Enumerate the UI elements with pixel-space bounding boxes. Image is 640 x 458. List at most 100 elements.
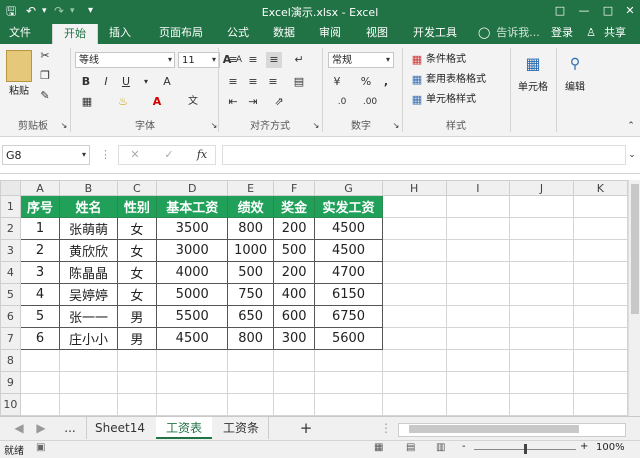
table-cell[interactable]: 4 [19,283,61,306]
empty-cell[interactable] [572,195,628,218]
editing-button[interactable]: 编辑 [558,80,592,96]
zoom-in-button[interactable]: + [580,441,588,452]
scroll-left-icon[interactable]: ◀ [12,417,26,439]
empty-cell[interactable] [381,217,447,240]
empty-cell[interactable] [572,239,628,262]
decrease-indent-icon[interactable]: ⇤ [226,94,240,110]
vertical-scrollbar[interactable] [628,180,640,416]
empty-cell[interactable] [509,393,574,416]
empty-cell[interactable] [445,217,511,240]
tell-me-box[interactable]: 告诉我... [494,22,542,44]
table-header-cell[interactable]: 奖金 [272,195,316,218]
table-cell[interactable]: 6750 [314,305,383,328]
tab-file[interactable]: 文件 [0,22,40,44]
table-cell[interactable]: 2 [19,239,61,262]
table-header-cell[interactable]: 绩效 [227,195,274,218]
table-cell[interactable]: 张一一 [59,305,118,328]
sheet-tab-salary-slip[interactable]: 工资条 [214,417,269,439]
empty-cell[interactable] [381,349,447,372]
share-button[interactable]: 共享 [598,22,632,44]
collapse-ribbon-icon[interactable]: ⌃ [626,118,636,134]
table-cell[interactable]: 女 [116,239,158,262]
table-cell[interactable]: 5600 [314,327,383,350]
empty-cell[interactable] [572,217,628,240]
bold-button[interactable]: B [80,74,92,90]
align-bottom-icon[interactable]: ≡ [266,52,282,68]
percent-button[interactable]: % [360,74,372,90]
expand-formula-icon[interactable]: ⌄ [626,147,638,163]
table-cell[interactable]: 女 [116,217,158,240]
format-as-table-button[interactable]: 套用表格格式 [426,72,500,88]
table-cell[interactable]: 400 [272,283,316,306]
cell-styles-icon[interactable]: ▦ [410,92,424,108]
table-cell[interactable]: 男 [116,305,158,328]
zoom-slider-thumb[interactable] [524,444,527,454]
paste-button[interactable]: 粘贴 [4,84,34,100]
empty-cell[interactable] [572,349,628,372]
table-cell[interactable]: 女 [116,261,158,284]
sheet-tab-sheet14[interactable]: Sheet14 [86,417,153,439]
editing-search-icon[interactable]: ⚲ [564,54,586,74]
page-layout-view-icon[interactable]: ▤ [406,442,415,453]
empty-cell[interactable] [314,371,383,394]
empty-cell[interactable] [509,305,574,328]
empty-cell[interactable] [272,371,316,394]
font-name-dropdown-icon[interactable]: ▾ [166,52,174,68]
table-cell[interactable]: 4000 [156,261,229,284]
empty-cell[interactable] [509,283,574,306]
empty-cell[interactable] [19,393,61,416]
table-cell[interactable]: 800 [227,327,274,350]
table-cell[interactable]: 6 [19,327,61,350]
table-cell[interactable]: 500 [227,261,274,284]
table-cell[interactable]: 200 [272,217,316,240]
empty-cell[interactable] [381,261,447,284]
phonetic-icon[interactable]: 文 [184,94,202,110]
table-cell[interactable]: 4500 [314,239,383,262]
empty-cell[interactable] [445,239,511,262]
empty-cell[interactable] [19,349,61,372]
empty-cell[interactable] [381,305,447,328]
table-header-cell[interactable]: 姓名 [59,195,118,218]
minimize-icon[interactable]: — [572,0,596,22]
empty-cell[interactable] [572,327,628,350]
select-all-corner[interactable] [0,180,21,196]
empty-cell[interactable] [445,349,511,372]
row-header[interactable]: 8 [0,349,21,372]
table-cell[interactable]: 3 [19,261,61,284]
fill-color-icon[interactable]: ♨ [116,94,130,110]
table-header-cell[interactable]: 实发工资 [314,195,383,218]
empty-cell[interactable] [509,217,574,240]
empty-cell[interactable] [572,283,628,306]
table-cell[interactable]: 黄欣欣 [59,239,118,262]
merge-center-icon[interactable]: ▤ [292,74,306,90]
empty-cell[interactable] [227,371,274,394]
table-cell[interactable]: 800 [227,217,274,240]
empty-cell[interactable] [59,349,118,372]
decrease-decimal-icon[interactable]: .00 [360,94,380,110]
close-icon[interactable]: ✕ [618,0,640,22]
normal-view-icon[interactable]: ▦ [374,442,383,453]
empty-cell[interactable] [509,327,574,350]
row-header[interactable]: 9 [0,371,21,394]
table-header-cell[interactable]: 性别 [116,195,158,218]
ribbon-display-icon[interactable]: □ [548,0,572,22]
empty-cell[interactable] [272,393,316,416]
column-header[interactable]: J [509,180,574,196]
empty-cell[interactable] [59,371,118,394]
align-center-icon[interactable]: ≡ [246,74,260,90]
row-header[interactable]: 10 [0,393,21,416]
format-as-table-icon[interactable]: ▦ [410,72,424,88]
orientation-icon[interactable]: ⇗ [272,94,286,110]
increase-indent-icon[interactable]: ⇥ [246,94,260,110]
empty-cell[interactable] [572,393,628,416]
vertical-scroll-thumb[interactable] [631,184,639,314]
row-header[interactable]: 5 [0,283,21,306]
column-header[interactable]: E [227,180,274,196]
column-header[interactable]: G [314,180,383,196]
increase-decimal-icon[interactable]: .0 [332,94,352,110]
formula-input[interactable] [222,145,626,165]
empty-cell[interactable] [445,393,511,416]
comma-button[interactable]: , [380,74,392,90]
empty-cell[interactable] [509,239,574,262]
row-header[interactable]: 4 [0,261,21,284]
